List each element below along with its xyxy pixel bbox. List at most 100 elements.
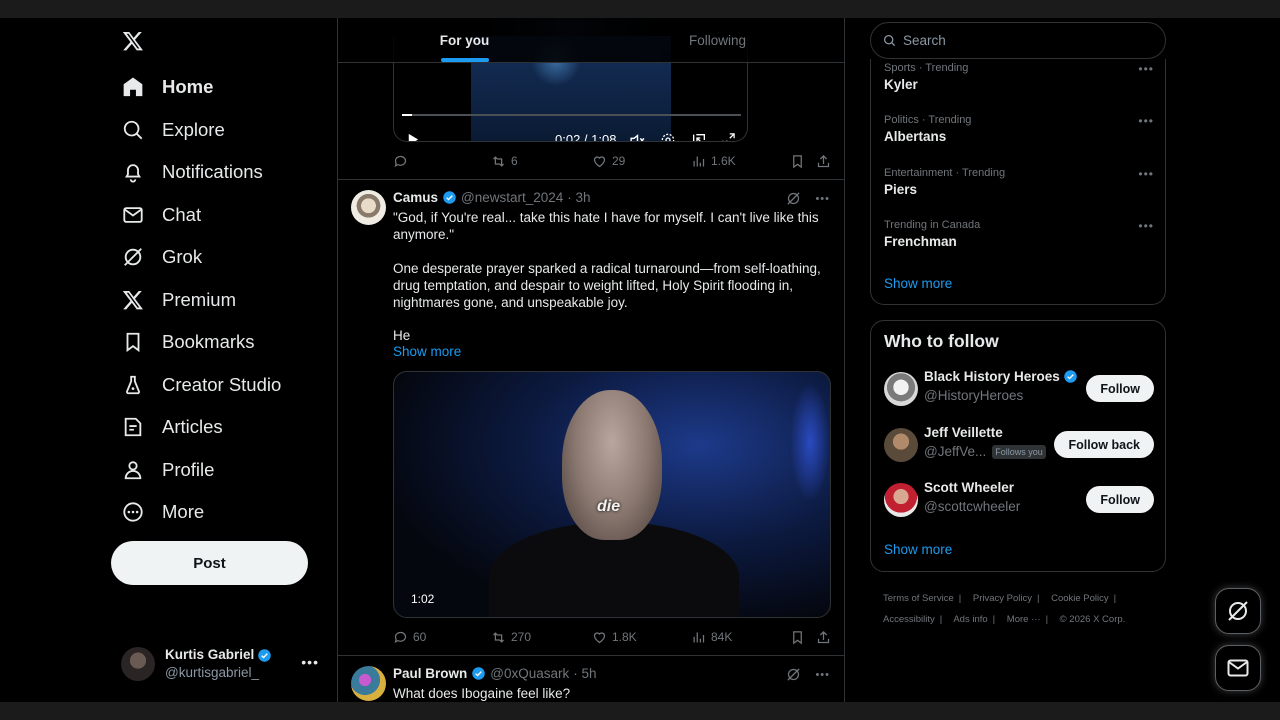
video-player[interactable]: die 1:02: [393, 371, 831, 618]
post-tools: •••: [786, 191, 830, 206]
video-progress-bar[interactable]: [402, 114, 741, 116]
author-name[interactable]: Camus: [393, 190, 438, 205]
show-more-link[interactable]: Show more: [884, 276, 952, 291]
follow-suggestion[interactable]: Jeff Veillette @JeffVe... Follows you Fo…: [884, 425, 1154, 465]
nav-item-profile[interactable]: Profile: [112, 449, 224, 491]
more-dots-icon[interactable]: •••: [1138, 167, 1154, 181]
share-button[interactable]: [816, 154, 831, 169]
post-time[interactable]: · 3h: [567, 190, 590, 205]
search-box[interactable]: [870, 22, 1166, 59]
play-button[interactable]: [405, 132, 420, 141]
nav-item-more[interactable]: More: [112, 491, 214, 533]
nav-item-articles[interactable]: Articles: [112, 406, 233, 448]
reply-button[interactable]: 60: [393, 630, 426, 645]
views-button[interactable]: 1.6K: [691, 154, 736, 169]
follow-button[interactable]: Follow: [1086, 486, 1154, 513]
share-button[interactable]: [816, 630, 831, 645]
show-more-link[interactable]: Show more: [884, 542, 952, 557]
pip-button[interactable]: [691, 132, 707, 141]
nav-item-chat[interactable]: Chat: [112, 194, 211, 236]
account-switcher[interactable]: Kurtis Gabriel @kurtisgabriel_ •••: [112, 638, 327, 690]
play-icon: [408, 133, 419, 141]
suggestion-name: Black History Heroes: [924, 369, 1060, 384]
nav-item-home[interactable]: Home: [112, 66, 223, 108]
trend-context: Politics · Trending: [884, 114, 972, 126]
post-text: He: [393, 328, 411, 343]
author-handle[interactable]: @newstart_2024: [461, 190, 563, 205]
settings-button[interactable]: [660, 132, 676, 141]
more-dots-icon[interactable]: •••: [1138, 219, 1154, 233]
search-input[interactable]: [903, 33, 1143, 48]
views-icon: [693, 156, 705, 166]
panel-title: Who to follow: [884, 331, 999, 351]
trend-title: Frenchman: [884, 234, 957, 249]
follow-suggestion[interactable]: Black History Heroes @HistoryHeroes Foll…: [884, 369, 1154, 409]
avatar[interactable]: [884, 483, 918, 517]
more-dots-icon[interactable]: •••: [1138, 114, 1154, 128]
repost-button[interactable]: 270: [491, 630, 531, 645]
post-time[interactable]: · 5h: [573, 666, 596, 681]
grok-fab-button[interactable]: [1215, 588, 1261, 634]
trend-context: Sports · Trending: [884, 62, 969, 74]
avatar[interactable]: [351, 190, 386, 225]
more-dots-icon[interactable]: •••: [301, 654, 319, 670]
nav-item-grok[interactable]: Grok: [112, 236, 212, 278]
x-logo-icon[interactable]: [122, 30, 144, 52]
footer-link[interactable]: Accessibility: [883, 614, 935, 625]
video-progress-fill: [402, 114, 413, 116]
like-button[interactable]: 1.8K: [592, 630, 637, 645]
footer-link[interactable]: Cookie Policy: [1051, 593, 1109, 604]
mute-button[interactable]: [629, 132, 646, 141]
reply-button[interactable]: [393, 154, 413, 169]
trend-item[interactable]: Entertainment · Trending Piers •••: [884, 167, 1154, 197]
footer-link[interactable]: Ads info: [953, 614, 987, 625]
trend-item[interactable]: Trending in Canada Frenchman •••: [884, 219, 1154, 249]
tab-following[interactable]: Following: [591, 18, 844, 62]
trend-item[interactable]: Politics · Trending Albertans •••: [884, 114, 1154, 144]
repost-button[interactable]: 6: [491, 154, 518, 169]
grok-icon: [124, 248, 142, 266]
nav-item-explore[interactable]: Explore: [112, 109, 235, 151]
footer-link[interactable]: More ···: [1007, 614, 1041, 625]
flask-icon: [126, 375, 140, 395]
like-button[interactable]: 29: [592, 154, 625, 169]
more-dots-icon[interactable]: •••: [1138, 62, 1154, 76]
nav-item-bookmarks[interactable]: Bookmarks: [112, 321, 265, 363]
nav-label-more: More: [162, 501, 205, 522]
bookmark-button[interactable]: [790, 630, 805, 645]
nav-item-premium[interactable]: Premium: [112, 279, 246, 321]
avatar[interactable]: [884, 428, 918, 462]
nav-item-notifications[interactable]: Notifications: [112, 151, 273, 193]
post-actions: 60 270 1.8K 84K: [393, 628, 833, 646]
follow-back-button[interactable]: Follow back: [1054, 431, 1154, 458]
fullscreen-button[interactable]: [721, 132, 736, 141]
messages-fab-button[interactable]: [1215, 645, 1261, 691]
trends-panel: Sports · Trending Kyler ••• Politics · T…: [870, 59, 1166, 305]
more-dots-icon[interactable]: •••: [815, 193, 830, 205]
gear-icon: [661, 133, 675, 141]
post-button[interactable]: Post: [111, 541, 308, 585]
suggestion-handle: @scottcwheeler: [924, 499, 1021, 514]
avatar[interactable]: [884, 372, 918, 406]
author-name[interactable]: Paul Brown: [393, 666, 467, 681]
author-handle[interactable]: @0xQuasark: [490, 666, 569, 681]
reply-icon: [394, 631, 407, 643]
trend-item[interactable]: Sports · Trending Kyler •••: [884, 62, 1154, 92]
footer-link[interactable]: Terms of Service: [883, 593, 954, 604]
more-dots-icon[interactable]: •••: [815, 669, 830, 681]
bookmark-button[interactable]: [790, 154, 805, 169]
view-count: 84K: [711, 630, 733, 644]
views-button[interactable]: 84K: [691, 630, 732, 645]
nav-label-premium: Premium: [162, 289, 237, 310]
show-more-link[interactable]: Show more: [393, 344, 461, 359]
footer-link[interactable]: Privacy Policy: [973, 593, 1032, 604]
browser-bottom-bar: [0, 702, 1280, 720]
tab-for-you[interactable]: For you: [338, 18, 591, 62]
follows-you-badge: Follows you: [992, 444, 1046, 459]
nav-item-creator-studio[interactable]: Creator Studio: [112, 364, 291, 406]
follow-suggestion[interactable]: Scott Wheeler @scottcwheeler Follow: [884, 480, 1154, 520]
grok-icon[interactable]: [786, 667, 801, 682]
follow-button[interactable]: Follow: [1086, 375, 1154, 402]
avatar[interactable]: [351, 666, 386, 701]
grok-icon[interactable]: [786, 191, 801, 206]
